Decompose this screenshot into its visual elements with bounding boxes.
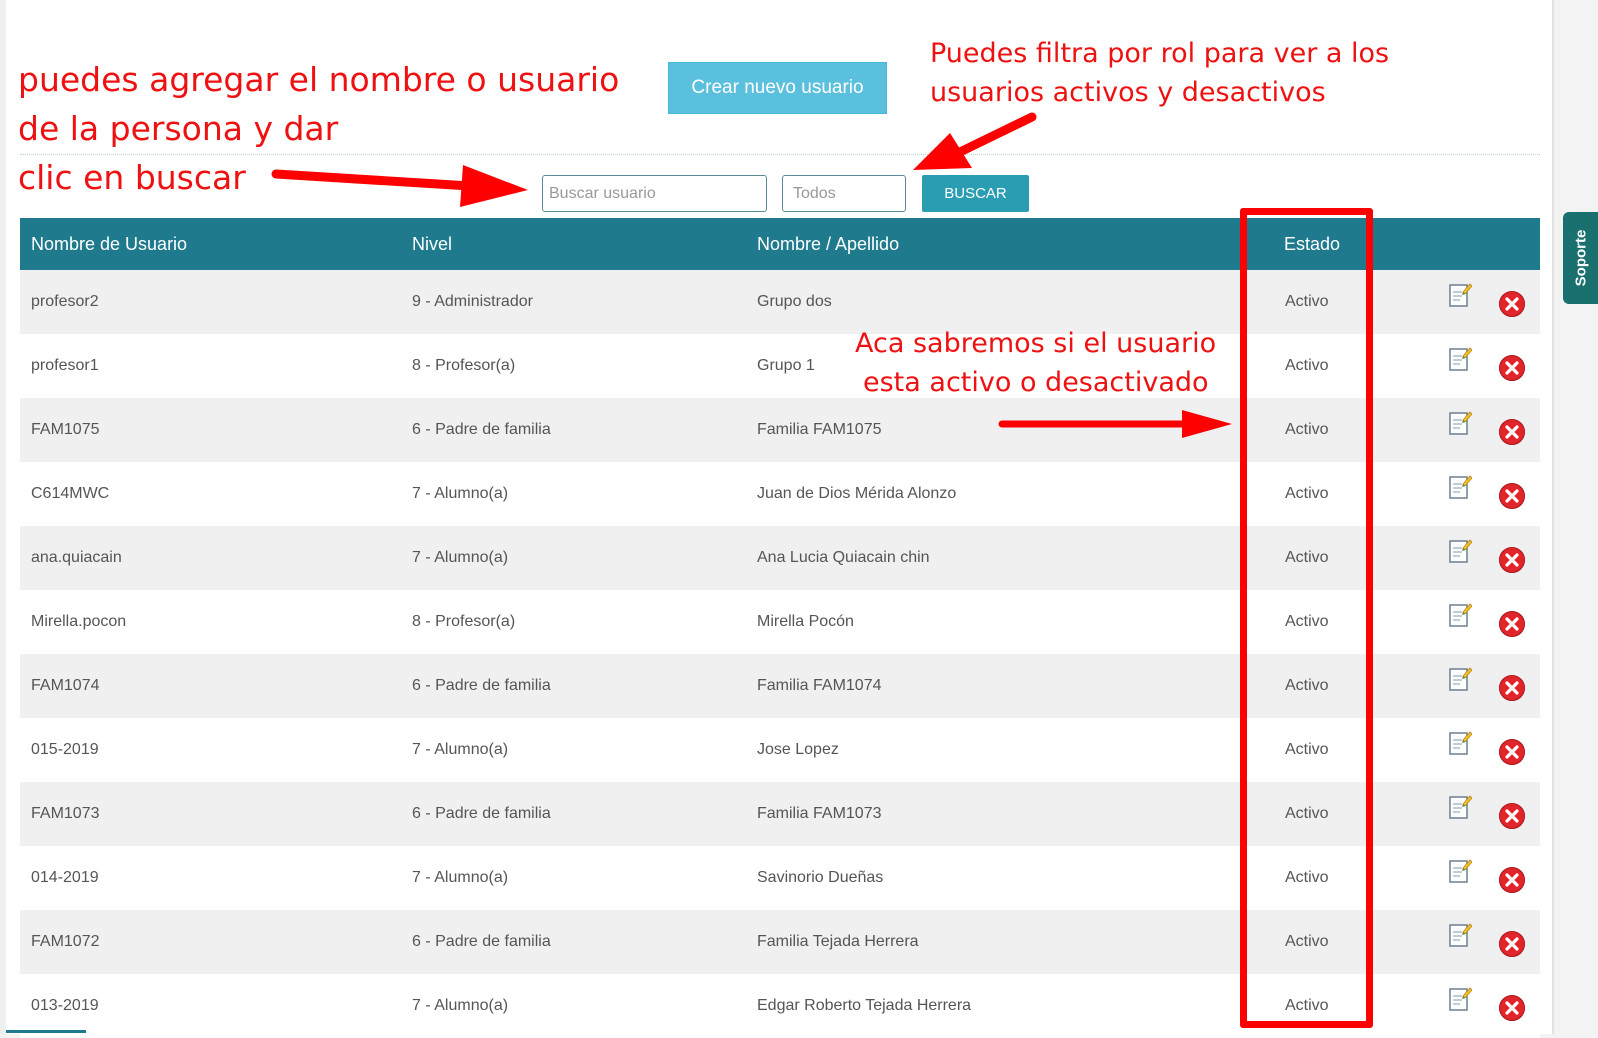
cell-level: 6 - Padre de familia <box>412 421 551 438</box>
cell-full-name: Juan de Dios Mérida Alonzo <box>757 485 957 502</box>
cell-username: profesor2 <box>31 293 99 310</box>
search-hint-line: puedes agregar el nombre o usuario <box>18 60 620 99</box>
delete-icon[interactable] <box>1498 418 1526 446</box>
filter-hint-line: usuarios activos y desactivos <box>930 77 1326 108</box>
cell-username: ana.quiacain <box>31 549 122 566</box>
delete-icon[interactable] <box>1498 738 1526 766</box>
search-hint-annotation: puedes agregar el nombre o usuario de la… <box>18 55 619 202</box>
cell-full-name: Mirella Pocón <box>757 613 854 630</box>
page: Crear nuevo usuario Todos BUSCAR Nombre … <box>0 0 1598 1038</box>
cell-username: FAM1073 <box>31 805 100 822</box>
cell-level: 7 - Alumno(a) <box>412 741 509 758</box>
edit-icon[interactable] <box>1448 730 1473 756</box>
cell-username: 015-2019 <box>31 741 99 758</box>
cell-username: FAM1075 <box>31 421 100 438</box>
delete-icon[interactable] <box>1498 290 1526 318</box>
delete-icon[interactable] <box>1498 994 1526 1022</box>
cell-full-name: Jose Lopez <box>757 741 839 758</box>
cell-level: 7 - Alumno(a) <box>412 485 509 502</box>
cell-username: C614MWC <box>31 485 110 502</box>
delete-icon[interactable] <box>1498 674 1526 702</box>
cell-full-name: Edgar Roberto Tejada Herrera <box>757 997 972 1014</box>
cell-full-name: Familia Tejada Herrera <box>757 933 919 950</box>
delete-icon[interactable] <box>1498 546 1526 574</box>
delete-icon[interactable] <box>1498 802 1526 830</box>
delete-icon[interactable] <box>1498 866 1526 894</box>
cell-level: 7 - Alumno(a) <box>412 549 509 566</box>
cell-level: 9 - Administrador <box>412 293 533 310</box>
edit-icon[interactable] <box>1448 282 1473 308</box>
support-tab-label: Soporte <box>1572 229 1590 287</box>
cell-level: 7 - Alumno(a) <box>412 869 509 886</box>
search-button[interactable]: BUSCAR <box>922 175 1029 212</box>
cell-level: 8 - Profesor(a) <box>412 357 516 374</box>
cell-level: 8 - Profesor(a) <box>412 613 516 630</box>
cell-level: 6 - Padre de familia <box>412 933 551 950</box>
cell-username: FAM1074 <box>31 677 100 694</box>
cell-level: 7 - Alumno(a) <box>412 997 509 1014</box>
cell-level: 6 - Padre de familia <box>412 805 551 822</box>
edit-icon[interactable] <box>1448 346 1473 372</box>
delete-icon[interactable] <box>1498 482 1526 510</box>
edit-icon[interactable] <box>1448 922 1473 948</box>
cell-full-name: Familia FAM1074 <box>757 677 882 694</box>
edit-icon[interactable] <box>1448 474 1473 500</box>
filter-hint-annotation: Puedes filtra por rol para ver a los usu… <box>930 34 1389 112</box>
header-level[interactable]: Nivel <box>412 218 452 270</box>
edit-icon[interactable] <box>1448 858 1473 884</box>
edit-icon[interactable] <box>1448 410 1473 436</box>
support-tab[interactable]: Soporte <box>1563 212 1598 304</box>
edit-icon[interactable] <box>1448 602 1473 628</box>
status-hint-line: esta activo o desactivado <box>863 367 1209 398</box>
cell-full-name: Savinorio Dueñas <box>757 869 884 886</box>
cell-username: profesor1 <box>31 357 99 374</box>
right-border <box>1552 0 1554 1034</box>
cell-full-name: Familia FAM1073 <box>757 805 882 822</box>
search-hint-line: de la persona y dar <box>18 109 339 148</box>
cell-full-name: Grupo 1 <box>757 357 815 374</box>
cell-username: Mirella.pocon <box>31 613 127 630</box>
delete-icon[interactable] <box>1498 354 1526 382</box>
delete-icon[interactable] <box>1498 930 1526 958</box>
status-hint-annotation: Aca sabremos si el usuario esta activo o… <box>855 324 1216 402</box>
search-hint-line: clic en buscar <box>18 158 246 197</box>
cell-username: FAM1072 <box>31 933 100 950</box>
edit-icon[interactable] <box>1448 986 1473 1012</box>
role-filter-select[interactable]: Todos <box>782 175 906 212</box>
create-user-button[interactable]: Crear nuevo usuario <box>668 62 887 114</box>
status-column-highlight <box>1240 208 1373 1028</box>
cell-level: 6 - Padre de familia <box>412 677 551 694</box>
header-username[interactable]: Nombre de Usuario <box>31 218 187 270</box>
edit-icon[interactable] <box>1448 666 1473 692</box>
cell-username: 014-2019 <box>31 869 99 886</box>
header-full-name[interactable]: Nombre / Apellido <box>757 218 899 270</box>
cell-full-name: Grupo dos <box>757 293 832 310</box>
edit-icon[interactable] <box>1448 794 1473 820</box>
cell-username: 013-2019 <box>31 997 99 1014</box>
delete-icon[interactable] <box>1498 610 1526 638</box>
edit-icon[interactable] <box>1448 538 1473 564</box>
cell-full-name: Ana Lucia Quiacain chin <box>757 549 930 566</box>
cell-full-name: Familia FAM1075 <box>757 421 882 438</box>
bottom-scroll-indicator <box>6 1030 86 1033</box>
filter-hint-line: Puedes filtra por rol para ver a los <box>930 38 1390 69</box>
status-hint-line: Aca sabremos si el usuario <box>855 328 1217 359</box>
